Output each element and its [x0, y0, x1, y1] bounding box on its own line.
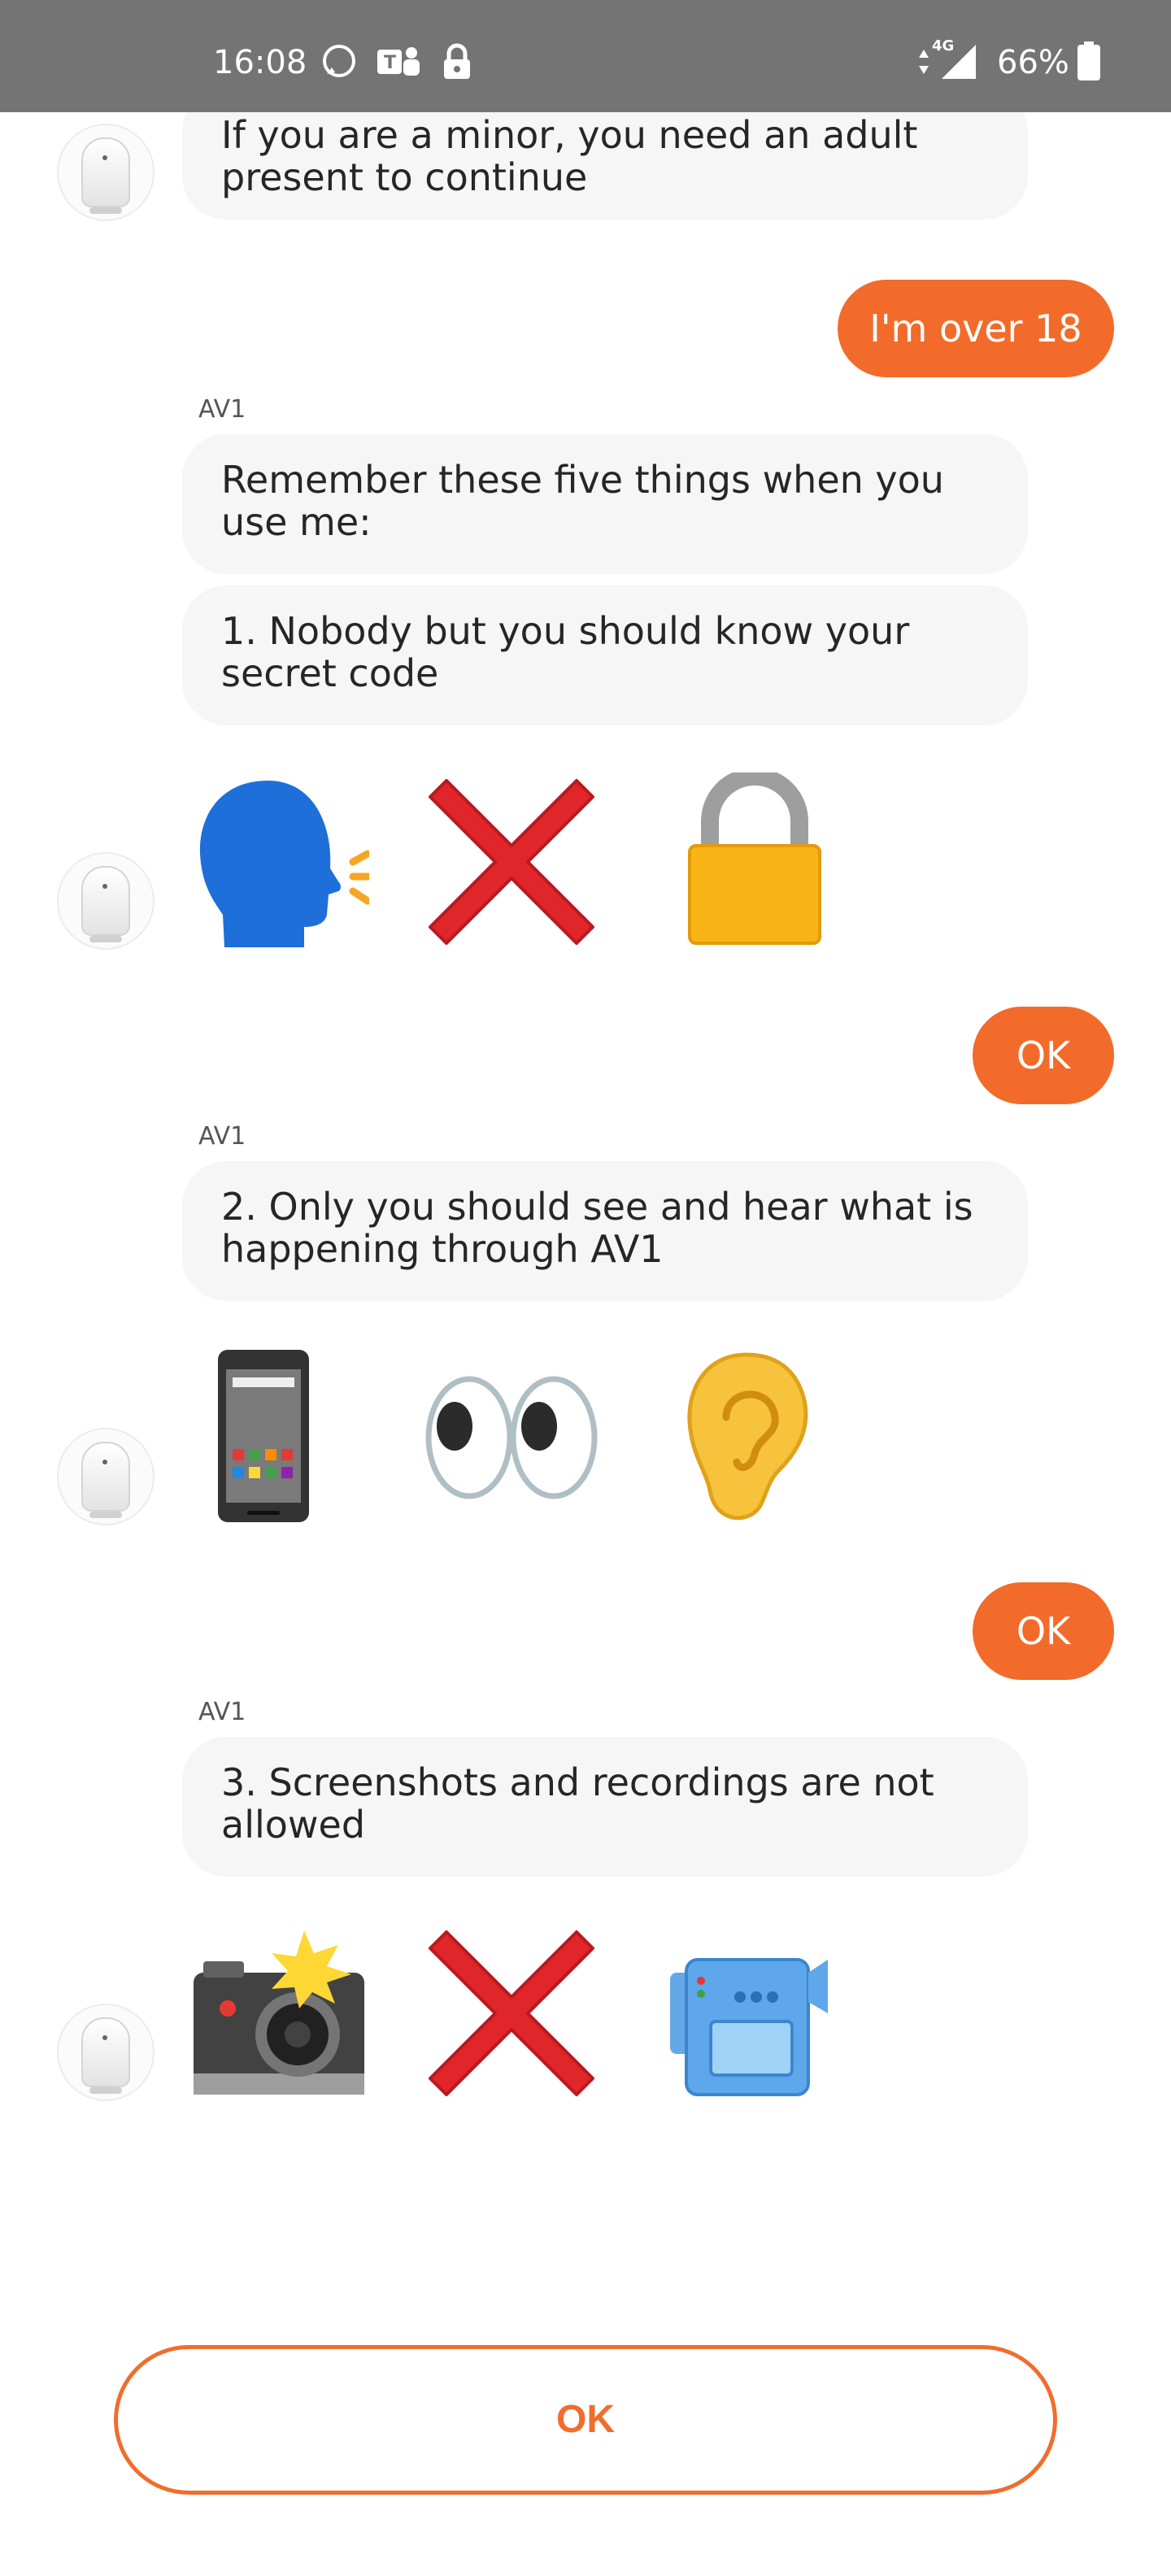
ok-button[interactable]: OK — [114, 2345, 1057, 2495]
bot-message: Remember these five things when you use … — [182, 434, 1028, 574]
battery-percent: 66% — [997, 44, 1069, 81]
reply-bubble: I'm over 18 — [838, 280, 1114, 377]
cross-mark-icon — [429, 779, 594, 945]
lock-icon — [441, 42, 473, 81]
cross-mark-icon — [429, 1930, 594, 2096]
bot-avatar — [57, 852, 155, 950]
bot-message: 1. Nobody but you should know your secre… — [182, 585, 1028, 725]
status-bar: 16:08 T 4G 66% — [0, 0, 1171, 112]
eyes-icon — [425, 1376, 598, 1499]
ear-icon — [687, 1352, 808, 1521]
video-camera-icon — [670, 1958, 828, 2096]
bot-avatar — [57, 1428, 155, 1525]
bot-message: 2. Only you should see and hear what is … — [182, 1161, 1028, 1301]
status-time: 16:08 — [213, 44, 307, 81]
battery-icon — [1077, 41, 1101, 81]
data-arrows-icon — [916, 42, 932, 81]
padlock-icon — [688, 772, 821, 945]
mobile-phone-icon — [218, 1350, 309, 1522]
bot-message: 3. Screenshots and recordings are not al… — [182, 1737, 1028, 1877]
teams-icon: T — [376, 42, 421, 81]
bot-avatar — [57, 124, 155, 221]
sender-label: AV1 — [198, 1698, 246, 1726]
speaking-head-icon — [199, 781, 369, 947]
reply-bubble: OK — [973, 1582, 1114, 1680]
signal-icon — [940, 42, 977, 81]
camera-with-flash-icon — [194, 1930, 364, 2095]
reply-bubble: OK — [973, 1007, 1114, 1104]
sender-label: AV1 — [198, 395, 246, 424]
bot-avatar — [57, 2004, 155, 2101]
svg-text:T: T — [384, 53, 396, 73]
sender-label: AV1 — [198, 1122, 246, 1151]
chat-bubble-icon — [320, 42, 358, 81]
